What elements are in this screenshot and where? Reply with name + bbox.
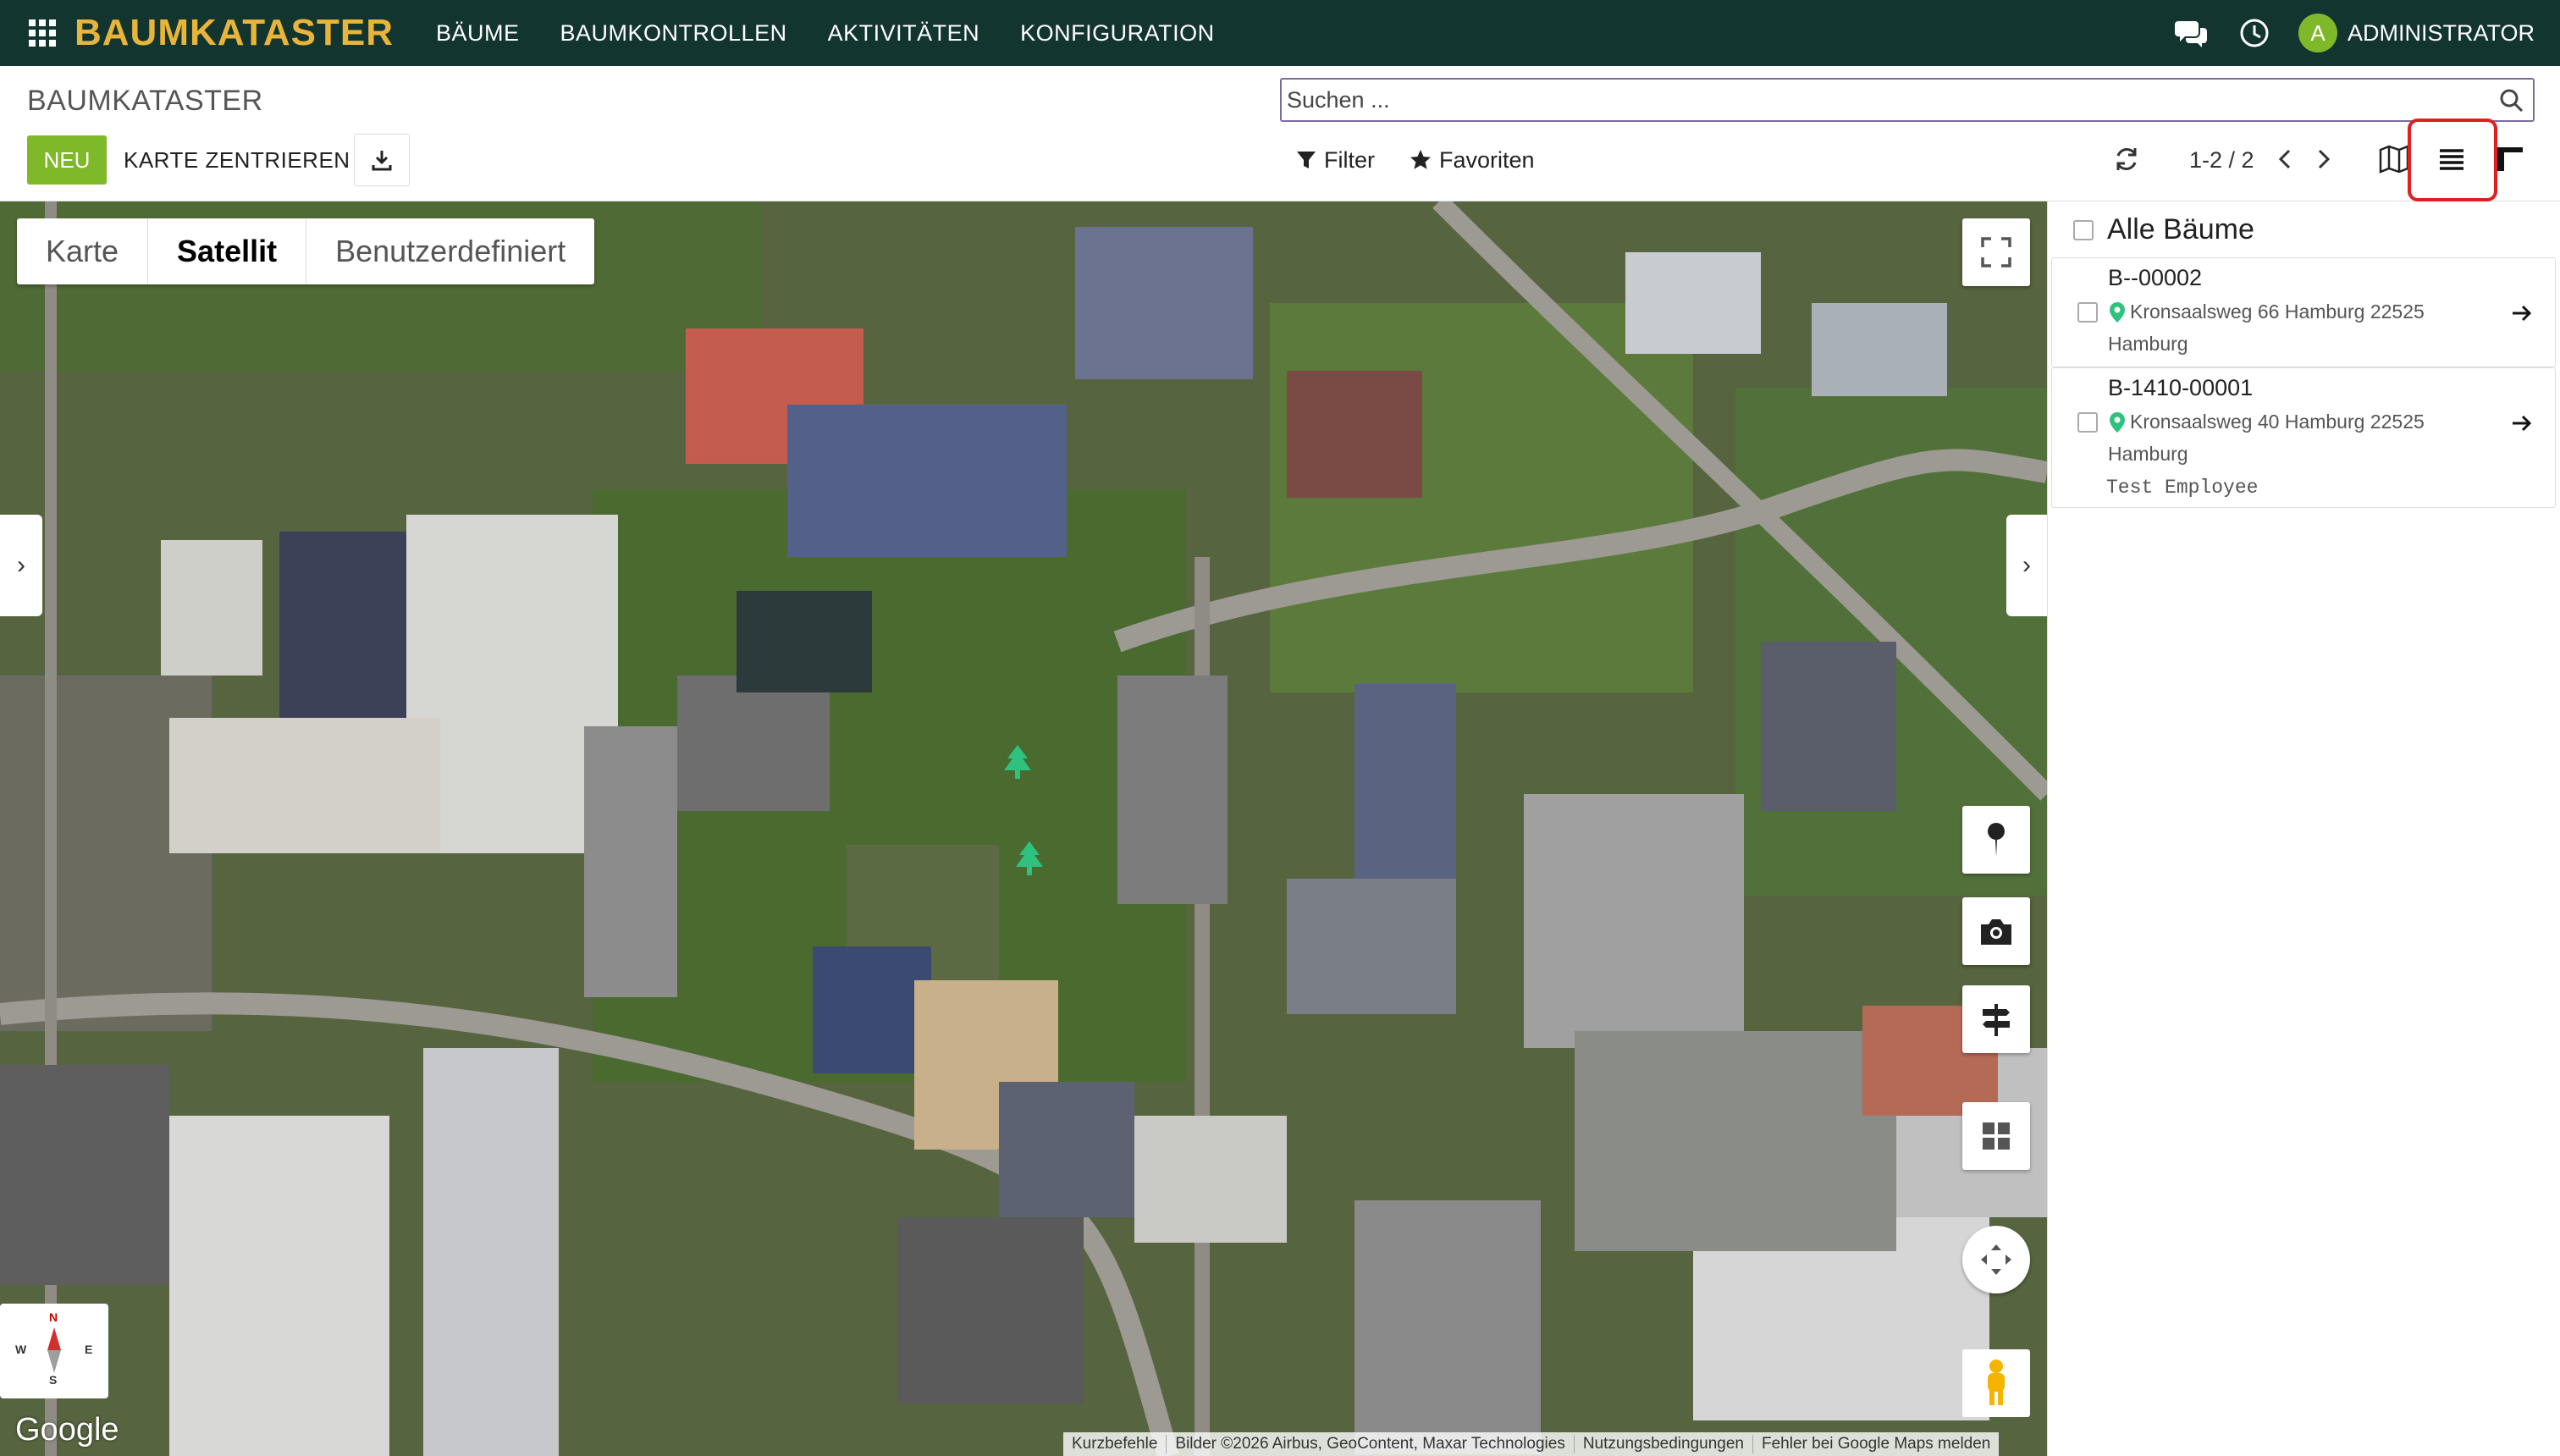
tree-city: Hamburg: [2108, 333, 2188, 355]
map-type-satellit[interactable]: Satellit: [148, 218, 307, 284]
search-input[interactable]: [1287, 80, 2489, 120]
map-type-control: Karte Satellit Benutzerdefiniert: [17, 218, 595, 284]
compass-south: S: [49, 1373, 58, 1387]
pager-previous-icon[interactable]: [2270, 144, 2301, 174]
clock-icon[interactable]: [2236, 14, 2273, 52]
map-view-icon[interactable]: [2377, 142, 2411, 176]
keyboard-shortcuts-link[interactable]: Kurzbefehle: [1063, 1435, 1167, 1453]
menu-item-baeume[interactable]: BÄUME: [436, 20, 520, 47]
camera-button[interactable]: [1962, 897, 2030, 965]
left-panel-toggle[interactable]: ›: [0, 515, 42, 616]
list-item[interactable]: B--00002 Kronsaalsweg 66 Hamburg 22525 H…: [2051, 257, 2556, 367]
favorites-button[interactable]: Favoriten: [1409, 135, 1535, 185]
location-pin-icon: [2110, 301, 2125, 323]
tree-reference: B-1410-00001: [2108, 375, 2254, 400]
tree-list-panel: Alle Bäume B--00002 Kronsaalsweg 66 Hamb…: [2047, 201, 2560, 1456]
map-attribution: Kurzbefehle Bilder ©2026 Airbus, GeoCont…: [1063, 1432, 2000, 1456]
item-checkbox[interactable]: [2077, 302, 2098, 323]
download-button[interactable]: [354, 134, 410, 186]
new-button[interactable]: NEU: [27, 135, 107, 185]
app-brand[interactable]: BAUMKATASTER: [74, 12, 394, 54]
kanban-view-icon[interactable]: [2492, 142, 2526, 176]
select-all-checkbox[interactable]: [2073, 219, 2094, 240]
tree-address: Kronsaalsweg 66 Hamburg 22525: [2108, 301, 2425, 323]
search-icon[interactable]: [2497, 86, 2526, 115]
fullscreen-button[interactable]: [1962, 218, 2030, 286]
tree-marker-icon[interactable]: [1001, 743, 1034, 782]
right-panel-toggle[interactable]: ›: [2006, 515, 2047, 616]
navbar-right: A ADMINISTRATOR: [2173, 0, 2535, 66]
top-navbar: BAUMKATASTER BÄUME BAUMKONTROLLEN AKTIVI…: [0, 0, 2560, 66]
compass-east: E: [85, 1343, 93, 1356]
pegman-icon: [1988, 1359, 2005, 1405]
marker-tool-button[interactable]: [1962, 806, 2030, 874]
location-pin-icon: [2110, 411, 2125, 433]
open-record-arrow-icon[interactable]: [2509, 411, 2535, 436]
open-record-arrow-icon[interactable]: [2509, 301, 2535, 326]
imagery-credit: Bilder ©2026 Airbus, GeoContent, Maxar T…: [1167, 1435, 1575, 1453]
menu-item-konfiguration[interactable]: KONFIGURATION: [1020, 20, 1215, 47]
main-menu: BÄUME BAUMKONTROLLEN AKTIVITÄTEN KONFIGU…: [436, 20, 1255, 47]
tree-marker-icon[interactable]: [1012, 840, 1046, 879]
chat-icon[interactable]: [2173, 14, 2210, 52]
pager-value[interactable]: 1-2 / 2: [2189, 135, 2254, 185]
rotate-map-icon: [1981, 1244, 2011, 1275]
favorites-label: Favoriten: [1439, 146, 1535, 173]
star-icon: [1410, 150, 1431, 169]
signpost-icon: [1983, 1004, 2010, 1036]
download-icon: [372, 151, 392, 171]
compass[interactable]: N S W E: [0, 1304, 108, 1398]
report-error-link[interactable]: Fehler bei Google Maps melden: [1753, 1435, 1999, 1453]
item-checkbox[interactable]: [2077, 412, 2098, 433]
filter-button[interactable]: Filter: [1295, 135, 1375, 185]
compass-west: W: [15, 1343, 27, 1356]
control-panel: BAUMKATASTER NEU KARTE ZENTRIEREN Filter…: [0, 66, 2560, 201]
avatar[interactable]: A: [2298, 14, 2337, 52]
tree-address-text: Kronsaalsweg 40 Hamburg 22525: [2130, 411, 2425, 433]
filter-icon: [1297, 152, 1316, 168]
google-logo: Google: [15, 1412, 119, 1448]
list-item[interactable]: B-1410-00001 Kronsaalsweg 40 Hamburg 225…: [2051, 367, 2556, 508]
menu-item-aktivitaeten[interactable]: AKTIVITÄTEN: [828, 20, 980, 47]
breadcrumb: BAUMKATASTER: [27, 85, 263, 117]
compass-north: N: [49, 1310, 58, 1324]
map-type-karte[interactable]: Karte: [17, 218, 149, 284]
tree-address: Kronsaalsweg 40 Hamburg 22525: [2108, 411, 2425, 433]
apps-menu-icon[interactable]: [29, 19, 56, 47]
map-type-benutzerdefiniert[interactable]: Benutzerdefiniert: [306, 218, 594, 284]
pager-next-icon[interactable]: [2308, 144, 2338, 174]
grid-icon: [1983, 1122, 2010, 1150]
tree-address-text: Kronsaalsweg 66 Hamburg 22525: [2130, 301, 2425, 323]
tree-city: Hamburg: [2108, 443, 2188, 465]
layers-button[interactable]: [1962, 1102, 2030, 1170]
tree-reference: B--00002: [2108, 265, 2203, 290]
highlight-annotation: [2408, 119, 2497, 201]
terms-link[interactable]: Nutzungsbedingungen: [1575, 1435, 1753, 1453]
menu-item-baumkontrollen[interactable]: BAUMKONTROLLEN: [560, 20, 787, 47]
street-view-pegman[interactable]: [1962, 1349, 2030, 1417]
map-area[interactable]: Karte Satellit Benutzerdefiniert › › N S…: [0, 201, 2047, 1456]
list-title: Alle Bäume: [2107, 213, 2254, 245]
search-box: [1280, 78, 2535, 122]
fullscreen-icon: [1981, 237, 2011, 267]
signpost-button[interactable]: [1962, 985, 2030, 1053]
compass-needle-icon: [47, 1327, 61, 1373]
user-name[interactable]: ADMINISTRATOR: [2348, 20, 2535, 47]
tree-employee: Test Employee: [2106, 477, 2259, 499]
refresh-icon[interactable]: [2111, 144, 2142, 174]
center-map-button[interactable]: KARTE ZENTRIEREN: [124, 135, 350, 185]
pin-icon: [1988, 823, 2005, 857]
camera-icon: [1981, 919, 2011, 945]
rotate-button[interactable]: [1962, 1226, 2030, 1293]
list-header: Alle Bäume: [2073, 213, 2254, 246]
filter-label: Filter: [1324, 146, 1375, 173]
satellite-imagery: [0, 201, 2047, 1456]
